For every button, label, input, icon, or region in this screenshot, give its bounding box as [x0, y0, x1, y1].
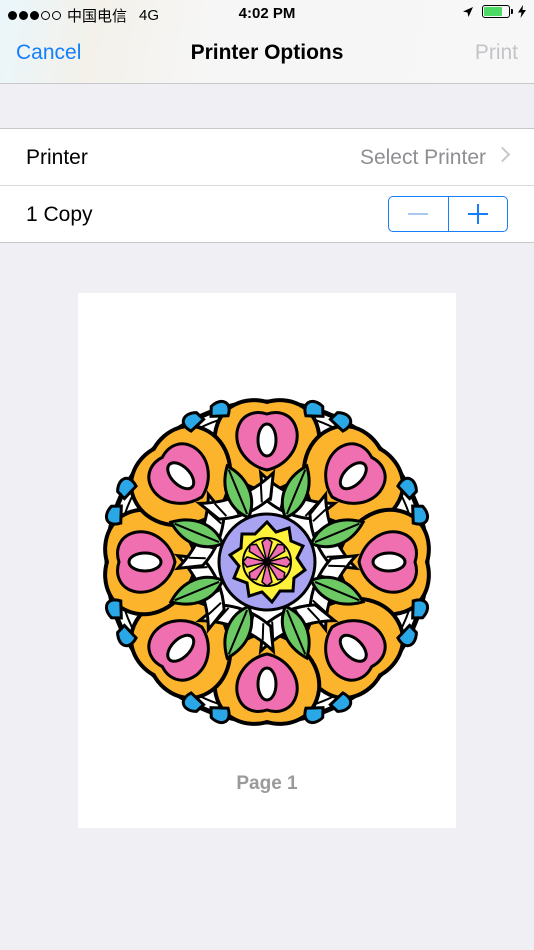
- charging-bolt-icon: [518, 5, 526, 18]
- copies-row: 1 Copy: [0, 185, 534, 242]
- navigation-bar: 中国电信 4G 4:02 PM Cancel Printer Options P…: [0, 0, 534, 84]
- print-button[interactable]: Print: [475, 41, 518, 65]
- location-arrow-icon: [463, 6, 473, 17]
- copies-stepper[interactable]: [388, 196, 508, 232]
- status-right: [462, 5, 526, 18]
- select-printer-value[interactable]: Select Printer: [360, 146, 486, 170]
- printer-row[interactable]: Printer Select Printer: [0, 129, 534, 185]
- copies-label: 1 Copy: [26, 203, 93, 226]
- battery-icon: [482, 5, 513, 18]
- mandala-illustration: [102, 397, 432, 727]
- chevron-right-icon: [494, 146, 511, 163]
- printer-options-group: Printer Select Printer 1 Copy: [0, 128, 534, 243]
- plus-icon: [467, 204, 488, 224]
- page-number-label: Page 1: [236, 773, 298, 794]
- status-bar: 中国电信 4G 4:02 PM: [0, 0, 534, 28]
- minus-icon: [408, 213, 429, 215]
- printer-label: Printer: [26, 146, 88, 169]
- page-title: Printer Options: [190, 41, 344, 64]
- increment-copies-button[interactable]: [447, 197, 508, 231]
- decrement-copies-button[interactable]: [389, 197, 448, 231]
- status-time: 4:02 PM: [238, 5, 296, 22]
- print-preview-page[interactable]: Page 1: [78, 293, 456, 828]
